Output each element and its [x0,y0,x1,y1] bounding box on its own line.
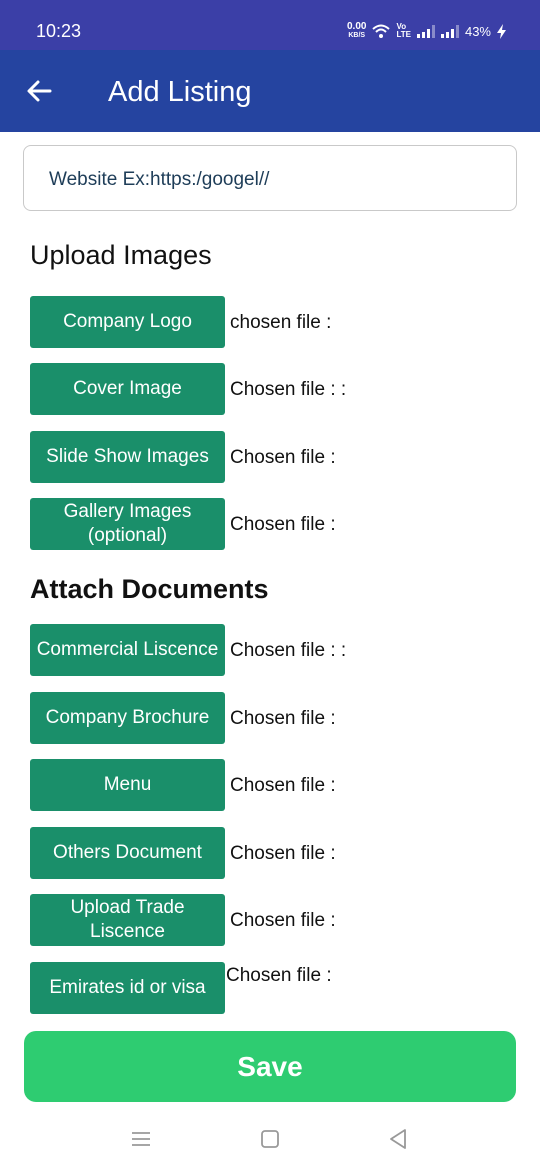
slide-show-chosen-file: Chosen file : [230,447,336,468]
others-document-button[interactable]: Others Document [30,827,225,879]
page-title: Add Listing [108,76,252,108]
network-speed: 0.00 KB/S [347,22,366,40]
volte-bottom-label: LTE [396,30,411,39]
signal-1-icon [416,24,435,38]
cover-image-chosen-file: Chosen file : : [230,379,347,400]
others-document-chosen-file: Chosen file : [230,843,336,864]
status-icons: 0.00 KB/S Vo LTE 43% [347,22,506,40]
status-time: 10:23 [36,21,82,41]
arrow-left-icon[interactable] [24,76,54,106]
wifi-icon [372,24,391,38]
attach-documents-heading: Attach Documents [30,574,269,604]
charging-bolt-icon [497,23,506,39]
trade-licence-chosen-file: Chosen file : [230,910,336,931]
home-square-icon[interactable] [258,1127,282,1151]
upload-images-heading: Upload Images [30,240,212,270]
cover-image-button[interactable]: Cover Image [30,363,225,415]
network-speed-value: 0.00 [346,21,367,32]
network-speed-unit: KB/S [348,32,366,39]
back-triangle-icon[interactable] [386,1127,410,1151]
menu-icon[interactable] [129,1127,153,1151]
battery-level: 43% [464,23,491,39]
menu-button[interactable]: Menu [30,759,225,811]
app-bar: Add Listing [0,50,540,132]
slide-show-images-button[interactable]: Slide Show Images [30,431,225,483]
company-brochure-chosen-file: Chosen file : [230,708,336,729]
save-button[interactable]: Save [24,1031,516,1102]
status-bar: 10:23 0.00 KB/S Vo LTE 43% [0,0,540,50]
commercial-licence-button[interactable]: Commercial Liscence [30,624,225,676]
emirates-id-chosen-file: Chosen file : [226,965,332,986]
commercial-licence-chosen-file: Chosen file : : [230,640,347,661]
company-brochure-button[interactable]: Company Brochure [30,692,225,744]
volte-icon: Vo LTE [396,23,411,39]
system-nav-bar [0,1110,540,1170]
website-input[interactable]: Website Ex:https:/googel// [23,145,517,211]
website-placeholder: Website Ex:https:/googel// [49,169,270,190]
company-logo-button[interactable]: Company Logo [30,296,225,348]
upload-trade-licence-button[interactable]: Upload Trade Liscence [30,894,225,946]
company-logo-chosen-file: chosen file : [230,312,332,333]
menu-chosen-file: Chosen file : [230,775,336,796]
gallery-images-button[interactable]: Gallery Images (optional) [30,498,225,550]
emirates-id-button[interactable]: Emirates id or visa [30,962,225,1014]
gallery-images-chosen-file: Chosen file : [230,514,336,535]
signal-2-icon [440,24,459,38]
